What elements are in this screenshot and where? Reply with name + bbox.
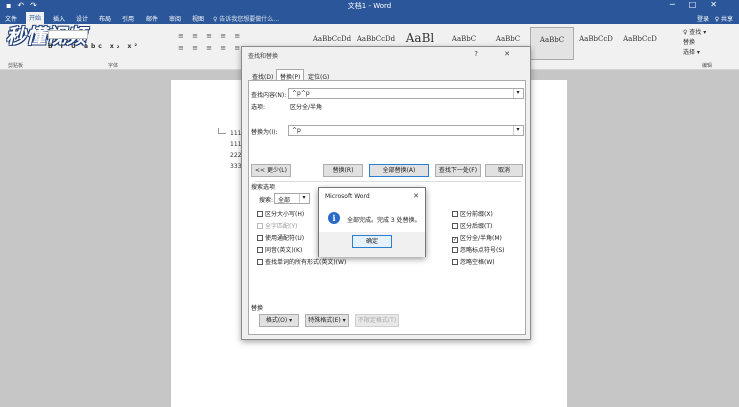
document-line[interactable]: 111 bbox=[230, 130, 241, 137]
paragraph-row-1[interactable]: ≡ ≡ ≡ ≡ ≡ bbox=[178, 32, 243, 40]
options-label: 选项: bbox=[251, 104, 266, 111]
message-box-title: Microsoft Word bbox=[325, 193, 370, 200]
checkbox-label: 同音(英文)(K) bbox=[265, 247, 303, 254]
checkbox-label: 全字匹配(Y) bbox=[265, 223, 298, 230]
ribbon-tabs: 文件 开始 插入 设计 布局 引用 邮件 审阅 视图 ♀ 告诉我您想要做什么..… bbox=[0, 12, 739, 24]
tell-me-box[interactable]: ♀ 告诉我您想要做什么... bbox=[213, 14, 279, 23]
style-item[interactable]: AaBbCcD bbox=[574, 27, 618, 60]
replace-with-label: 替换为(I): bbox=[251, 129, 278, 136]
checkbox-label: 区分大小写(H) bbox=[265, 211, 305, 218]
title-bar: ▪↶↷ 文档1 - Word ─□✕ bbox=[0, 0, 739, 12]
window-title: 文档1 - Word bbox=[347, 2, 392, 10]
share-button[interactable]: ♀ 共享 bbox=[715, 16, 733, 23]
style-item[interactable]: AaBbCcD bbox=[618, 27, 662, 60]
checkbox-wildcards[interactable]: 使用通配符(U) bbox=[257, 233, 304, 242]
font-group-label: 字体 bbox=[108, 63, 119, 69]
editing-group: ♀ 查找 ▾ 替换 选择 ▾ bbox=[683, 28, 706, 58]
checkbox-ignore-punct[interactable]: 忽略标点符号(S) bbox=[452, 245, 505, 254]
select-button[interactable]: 选择 ▾ bbox=[683, 48, 706, 58]
style-item[interactable]: AaBbC bbox=[530, 27, 574, 60]
checkbox-label: 忽略空格(W) bbox=[460, 259, 495, 266]
window-controls[interactable]: ─□✕ bbox=[670, 0, 731, 9]
format-buttons[interactable]: B I U abc x₂ x² bbox=[48, 43, 140, 50]
replace-with-value: ^p bbox=[292, 127, 301, 134]
tab-layout[interactable]: 布局 bbox=[96, 13, 114, 24]
editing-group-label: 编辑 bbox=[702, 63, 713, 69]
replace-button[interactable]: 替换(R) bbox=[323, 164, 363, 177]
font-name-box[interactable] bbox=[48, 30, 88, 39]
checkbox-label: 使用通配符(U) bbox=[265, 235, 305, 242]
checkbox-whole-word[interactable]: 全字匹配(Y) bbox=[257, 221, 297, 230]
checkbox-box[interactable] bbox=[257, 247, 263, 253]
search-options-title: 搜索选项 bbox=[251, 184, 276, 191]
tab-mailings[interactable]: 邮件 bbox=[143, 13, 161, 24]
checkbox-label: 忽略标点符号(S) bbox=[460, 247, 505, 254]
no-formatting-button[interactable]: 不限定格式(T) bbox=[355, 314, 399, 327]
checkbox-label: 查找单词的所有形式(英文)(W) bbox=[265, 259, 347, 266]
options-value: 区分全/半角 bbox=[290, 104, 323, 111]
document-line[interactable]: 111 bbox=[230, 141, 241, 148]
chevron-down-icon[interactable]: ▾ bbox=[299, 194, 308, 203]
sign-in-link[interactable]: 登录 bbox=[697, 16, 709, 23]
close-icon[interactable]: ✕ bbox=[413, 192, 419, 200]
user-area[interactable]: 登录 ♀ 共享 bbox=[697, 14, 733, 23]
checkbox-box[interactable] bbox=[257, 259, 263, 265]
find-next-button[interactable]: 查找下一处(F) bbox=[435, 164, 481, 177]
find-what-input[interactable]: ^p^p ▾ bbox=[288, 88, 524, 99]
info-icon: i bbox=[328, 212, 340, 224]
checkbox-box[interactable] bbox=[452, 247, 458, 253]
tab-find[interactable]: 查找(D) bbox=[248, 69, 277, 81]
tab-view[interactable]: 视图 bbox=[189, 13, 207, 24]
replace-ribbon-button[interactable]: 替换 bbox=[683, 38, 706, 48]
clipboard-group-label: 剪贴板 bbox=[8, 63, 24, 69]
dialog-controls[interactable]: ? ✕ bbox=[474, 50, 522, 58]
format-button[interactable]: 格式(O) ▾ bbox=[259, 314, 299, 327]
search-direction-select[interactable]: 全部 ▾ bbox=[274, 193, 310, 204]
chevron-down-icon[interactable]: ▾ bbox=[513, 126, 522, 135]
dialog-title: 查找和替换 bbox=[248, 53, 279, 60]
checkbox-box[interactable] bbox=[257, 235, 263, 241]
tab-goto[interactable]: 定位(G) bbox=[304, 69, 333, 81]
checkbox-word-forms[interactable]: 查找单词的所有形式(英文)(W) bbox=[257, 257, 346, 266]
margin-marker bbox=[218, 128, 226, 134]
message-text: 全部完成。完成 3 处替换。 bbox=[347, 217, 421, 224]
section-divider bbox=[255, 181, 521, 182]
replace-with-input[interactable]: ^p ▾ bbox=[288, 125, 524, 136]
checkbox-match-case[interactable]: 区分大小写(H) bbox=[257, 209, 304, 218]
ok-button[interactable]: 确定 bbox=[352, 235, 392, 248]
checkbox-label: 区分前缀(X) bbox=[460, 211, 493, 218]
tab-review[interactable]: 审阅 bbox=[166, 13, 184, 24]
checkbox-width[interactable]: ✓ 区分全/半角(M) bbox=[452, 233, 502, 243]
checkbox-box[interactable] bbox=[257, 223, 263, 229]
search-label: 搜索: bbox=[259, 197, 274, 204]
checkbox-match-prefix[interactable]: 区分前缀(X) bbox=[452, 209, 493, 218]
replace-all-button[interactable]: 全部替换(A) bbox=[369, 164, 429, 177]
checkbox-box[interactable] bbox=[452, 223, 458, 229]
checkbox-box[interactable] bbox=[257, 211, 263, 217]
find-what-value: ^p^p bbox=[292, 90, 310, 97]
cancel-button[interactable]: 取消 bbox=[485, 164, 523, 177]
find-button[interactable]: ♀ 查找 ▾ bbox=[683, 28, 706, 38]
checkbox-box[interactable] bbox=[452, 259, 458, 265]
tab-references[interactable]: 引用 bbox=[119, 13, 137, 24]
document-line[interactable]: 333 bbox=[230, 163, 241, 170]
checkbox-ignore-space[interactable]: 忽略空格(W) bbox=[452, 257, 495, 266]
checkbox-match-suffix[interactable]: 区分后缀(T) bbox=[452, 221, 492, 230]
document-line[interactable]: 222 bbox=[230, 152, 241, 159]
search-direction-value: 全部 bbox=[278, 197, 291, 204]
message-box: Microsoft Word ✕ i 全部完成。完成 3 处替换。 确定 bbox=[318, 187, 426, 257]
checkbox-checked[interactable]: ✓ bbox=[452, 237, 458, 243]
special-format-button[interactable]: 特殊格式(E) ▾ bbox=[305, 314, 349, 327]
checkbox-label: 区分后缀(T) bbox=[460, 223, 493, 230]
checkbox-box[interactable] bbox=[452, 211, 458, 217]
chevron-down-icon[interactable]: ▾ bbox=[513, 89, 522, 98]
checkbox-label: 区分全/半角(M) bbox=[460, 235, 502, 242]
checkbox-sounds-like[interactable]: 同音(英文)(K) bbox=[257, 245, 302, 254]
less-button[interactable]: << 更少(L) bbox=[251, 164, 291, 177]
find-what-label: 查找内容(N): bbox=[251, 92, 287, 99]
replace-section-title: 替换 bbox=[251, 305, 264, 312]
